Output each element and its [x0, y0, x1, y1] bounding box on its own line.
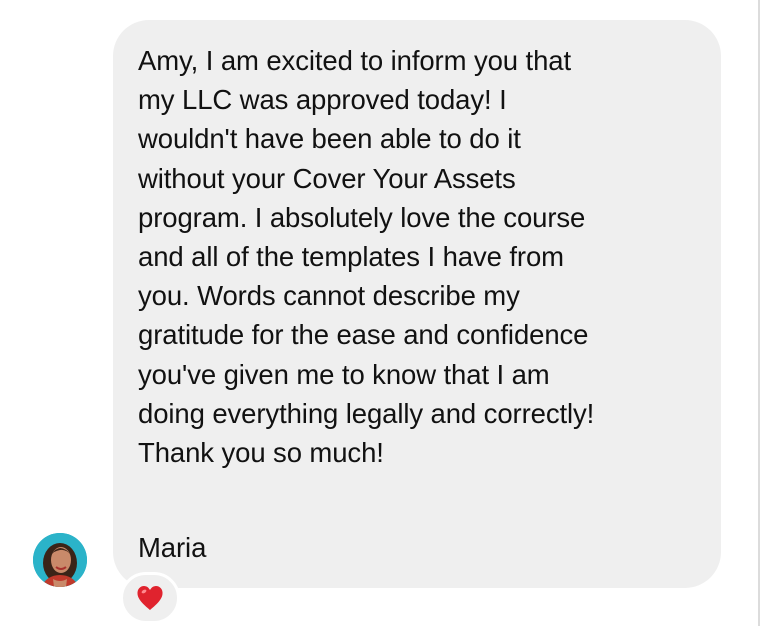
message-text: Amy, I am excited to inform you that my … — [138, 45, 595, 469]
profile-photo-icon — [33, 533, 87, 587]
red-heart-icon — [137, 586, 163, 610]
panel-divider — [758, 0, 760, 626]
reaction-badge[interactable] — [120, 572, 180, 624]
sender-avatar[interactable] — [33, 533, 87, 587]
message-signature: Maria — [138, 532, 207, 563]
message-bubble[interactable]: Amy, I am excited to inform you that my … — [113, 20, 721, 588]
